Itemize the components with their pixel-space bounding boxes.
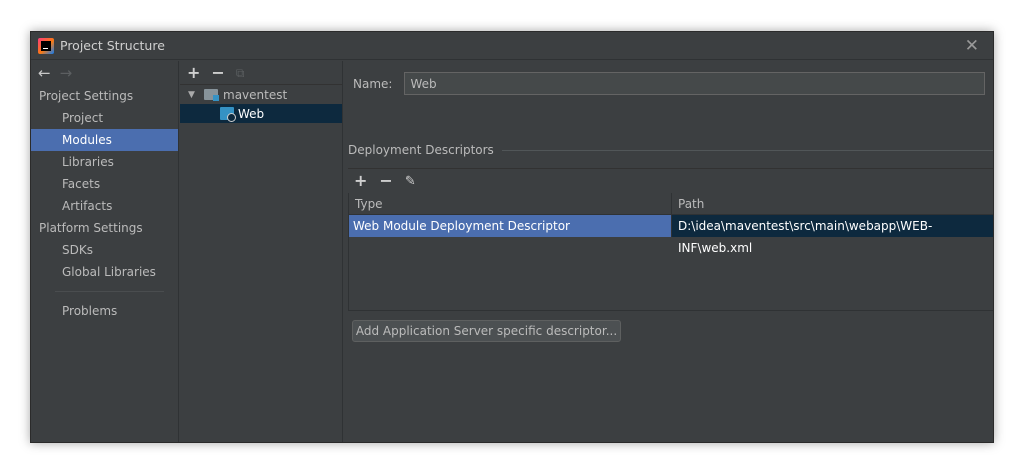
modules-tree-panel: + − ⧉ ▼ maventest Web [180,61,343,442]
window-title: Project Structure [60,38,165,53]
section-title: Deployment Descriptors [348,143,494,157]
intellij-idea-app-icon [38,37,54,54]
module-folder-icon [204,89,219,101]
copy-icon[interactable]: ⧉ [236,65,245,81]
facet-details-panel: Name: Deployment Descriptors + − ✎ Type … [344,61,993,442]
chevron-down-icon[interactable]: ▼ [188,90,198,100]
table-header: Type Path [349,193,993,215]
forward-arrow-icon[interactable]: → [60,64,73,82]
tree-node-label: Web [238,106,265,121]
edit-pencil-icon[interactable]: ✎ [405,174,416,189]
add-descriptor-button[interactable]: + [354,173,367,189]
sidebar-item-artifacts[interactable]: Artifacts [31,195,178,217]
project-structure-dialog: Project Structure ✕ ← → Project Settings… [30,31,994,443]
section-divider [501,149,993,151]
table-row[interactable]: Web Module Deployment Descriptor D:\idea… [349,215,993,255]
title-bar: Project Structure ✕ [31,32,993,60]
sidebar-item-modules[interactable]: Modules [31,129,178,151]
cell-type[interactable]: Web Module Deployment Descriptor [349,215,672,237]
add-server-descriptor-button[interactable]: Add Application Server specific descript… [352,320,621,342]
close-icon[interactable]: ✕ [965,36,979,56]
settings-sidebar: ← → Project Settings Project Modules Lib… [31,61,179,442]
sidebar-divider [55,291,164,292]
tree-toolbar: + − ⧉ [180,61,342,85]
sidebar-item-problems[interactable]: Problems [31,300,178,322]
sidebar-item-sdks[interactable]: SDKs [31,239,178,261]
tree-node-label: maventest [223,87,288,102]
name-label: Name: [353,76,393,91]
remove-module-button[interactable]: − [211,64,224,81]
tree-node-web[interactable]: Web [180,104,342,123]
sidebar-item-facets[interactable]: Facets [31,173,178,195]
web-facet-icon [220,107,236,122]
back-arrow-icon[interactable]: ← [38,64,51,82]
column-header-type[interactable]: Type [349,193,672,214]
descriptors-table: Type Path Web Module Deployment Descript… [348,193,993,311]
deployment-descriptors-section: Deployment Descriptors [348,143,993,157]
cell-path[interactable]: D:\idea\maventest\src\main\webapp\WEB-IN… [672,215,993,255]
tree-node-maventest[interactable]: ▼ maventest [180,85,342,104]
add-module-button[interactable]: + [187,64,200,81]
sidebar-item-project[interactable]: Project [31,107,178,129]
sidebar-item-libraries[interactable]: Libraries [31,151,178,173]
platform-settings-header: Platform Settings [39,221,143,235]
remove-descriptor-button[interactable]: − [379,173,392,189]
name-input[interactable] [404,72,986,95]
nav-arrows: ← → [31,61,178,85]
column-header-path[interactable]: Path [672,193,993,214]
sidebar-item-global-libraries[interactable]: Global Libraries [31,261,178,283]
project-settings-header: Project Settings [39,89,134,103]
name-row: Name: [353,72,986,95]
descriptor-toolbar: + − ✎ [348,168,993,193]
